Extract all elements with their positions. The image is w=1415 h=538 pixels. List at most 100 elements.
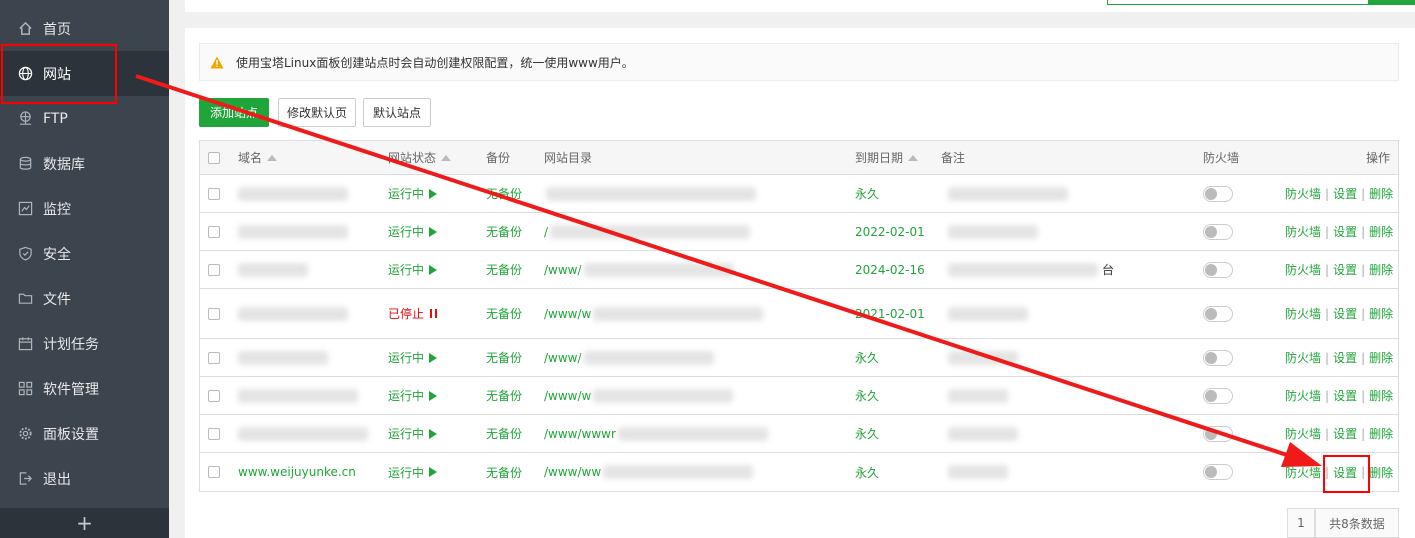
row-expire[interactable]: 2022-02-01 [855,213,925,250]
firewall-link[interactable]: 防火墙 [1285,425,1321,442]
row-checkbox[interactable] [208,466,220,478]
firewall-toggle[interactable] [1203,261,1233,278]
row-status[interactable]: 运行中 [388,175,438,212]
delete-link[interactable]: 删除 [1369,261,1393,278]
firewall-toggle[interactable] [1203,387,1233,404]
firewall-link[interactable]: 防火墙 [1285,387,1321,404]
row-root[interactable]: / [544,213,751,250]
row-note[interactable] [948,339,1022,376]
row-status[interactable]: 运行中 [388,251,438,288]
row-domain[interactable] [238,415,368,452]
row-backup[interactable]: 无备份 [486,377,522,414]
row-checkbox[interactable] [208,263,220,276]
sidebar-item-logout[interactable]: 退出 [0,456,169,501]
row-checkbox[interactable] [208,351,220,364]
row-note[interactable] [948,175,1072,212]
firewall-link[interactable]: 防火墙 [1285,349,1321,366]
row-root[interactable]: /www/w [544,289,764,338]
page-number[interactable]: 1 [1287,508,1315,538]
row-status[interactable]: 已停止 [388,289,438,338]
row-status[interactable]: 运行中 [388,415,438,452]
row-expire[interactable]: 永久 [855,377,879,414]
settings-link[interactable]: 设置 [1333,223,1357,240]
default-site-button[interactable]: 默认站点 [363,98,431,127]
settings-link[interactable]: 设置 [1333,387,1357,404]
row-domain[interactable] [238,289,348,338]
settings-link[interactable]: 设置 [1333,185,1357,202]
row-backup[interactable]: 无备份 [486,213,522,250]
row-note[interactable] [948,415,1022,452]
search-button[interactable] [1369,0,1415,5]
row-checkbox[interactable] [208,389,220,402]
firewall-toggle[interactable] [1203,223,1233,240]
row-note[interactable]: 台 [948,251,1114,288]
row-root[interactable]: /www/ [544,251,734,288]
row-backup[interactable]: 无备份 [486,415,522,452]
sidebar-item-software[interactable]: 软件管理 [0,366,169,411]
sidebar-item-monitor[interactable]: 监控 [0,186,169,231]
row-checkbox[interactable] [208,225,220,238]
row-root[interactable] [544,175,756,212]
firewall-toggle[interactable] [1203,464,1233,480]
row-note[interactable] [948,213,1042,250]
sidebar-item-panel-settings[interactable]: 面板设置 [0,411,169,456]
row-domain[interactable] [238,339,328,376]
delete-link[interactable]: 删除 [1369,387,1393,404]
row-domain[interactable] [238,213,348,250]
row-root[interactable]: /www/wwwr [544,415,768,452]
firewall-link[interactable]: 防火墙 [1285,305,1321,322]
row-root[interactable]: /www/ [544,339,714,376]
row-root[interactable]: /www/w [544,377,734,414]
row-domain[interactable]: www.weijuyunke.cn [238,453,356,491]
row-backup[interactable]: 无备份 [486,251,522,288]
row-checkbox[interactable] [208,307,220,320]
settings-link[interactable]: 设置 [1333,261,1357,278]
sidebar-item-security[interactable]: 安全 [0,231,169,276]
row-domain[interactable] [238,377,358,414]
select-all-checkbox[interactable] [208,151,220,164]
delete-link[interactable]: 删除 [1369,185,1393,202]
row-note[interactable] [948,289,1032,338]
row-expire[interactable]: 2024-02-16 [855,251,925,288]
firewall-link[interactable]: 防火墙 [1285,223,1321,240]
row-domain[interactable] [238,251,308,288]
row-root[interactable]: /www/ww [544,453,754,491]
settings-link[interactable]: 设置 [1333,305,1357,322]
header-status[interactable]: 网站状态 [388,141,452,174]
sidebar-add-button[interactable]: + [0,508,169,538]
firewall-link[interactable]: 防火墙 [1285,185,1321,202]
row-status[interactable]: 运行中 [388,377,438,414]
edit-default-page-button[interactable]: 修改默认页 [278,98,356,127]
delete-link[interactable]: 删除 [1369,223,1393,240]
header-expire[interactable]: 到期日期 [855,141,919,174]
row-note[interactable] [948,453,1012,491]
row-backup[interactable]: 无备份 [486,453,522,491]
row-domain[interactable] [238,175,348,212]
firewall-toggle[interactable] [1203,185,1233,202]
row-backup[interactable]: 无备份 [486,339,522,376]
row-expire[interactable]: 2021-02-01 [855,289,925,338]
search-input[interactable] [1107,0,1369,5]
row-status[interactable]: 运行中 [388,453,438,491]
firewall-toggle[interactable] [1203,305,1233,322]
delete-link[interactable]: 删除 [1369,305,1393,322]
row-expire[interactable]: 永久 [855,175,879,212]
row-expire[interactable]: 永久 [855,453,879,491]
row-expire[interactable]: 永久 [855,339,879,376]
row-status[interactable]: 运行中 [388,339,438,376]
sidebar-item-cron[interactable]: 计划任务 [0,321,169,366]
row-status[interactable]: 运行中 [388,213,438,250]
settings-link[interactable]: 设置 [1333,425,1357,442]
sidebar-item-files[interactable]: 文件 [0,276,169,321]
row-backup[interactable]: 无备份 [486,175,522,212]
settings-link[interactable]: 设置 [1333,349,1357,366]
firewall-toggle[interactable] [1203,425,1233,442]
row-checkbox[interactable] [208,427,220,440]
delete-link[interactable]: 删除 [1369,425,1393,442]
sidebar-item-database[interactable]: 数据库 [0,141,169,186]
firewall-link[interactable]: 防火墙 [1285,261,1321,278]
header-domain[interactable]: 域名 [238,141,278,174]
delete-link[interactable]: 删除 [1369,349,1393,366]
row-expire[interactable]: 永久 [855,415,879,452]
add-site-button[interactable]: 添加站点 [199,98,269,127]
